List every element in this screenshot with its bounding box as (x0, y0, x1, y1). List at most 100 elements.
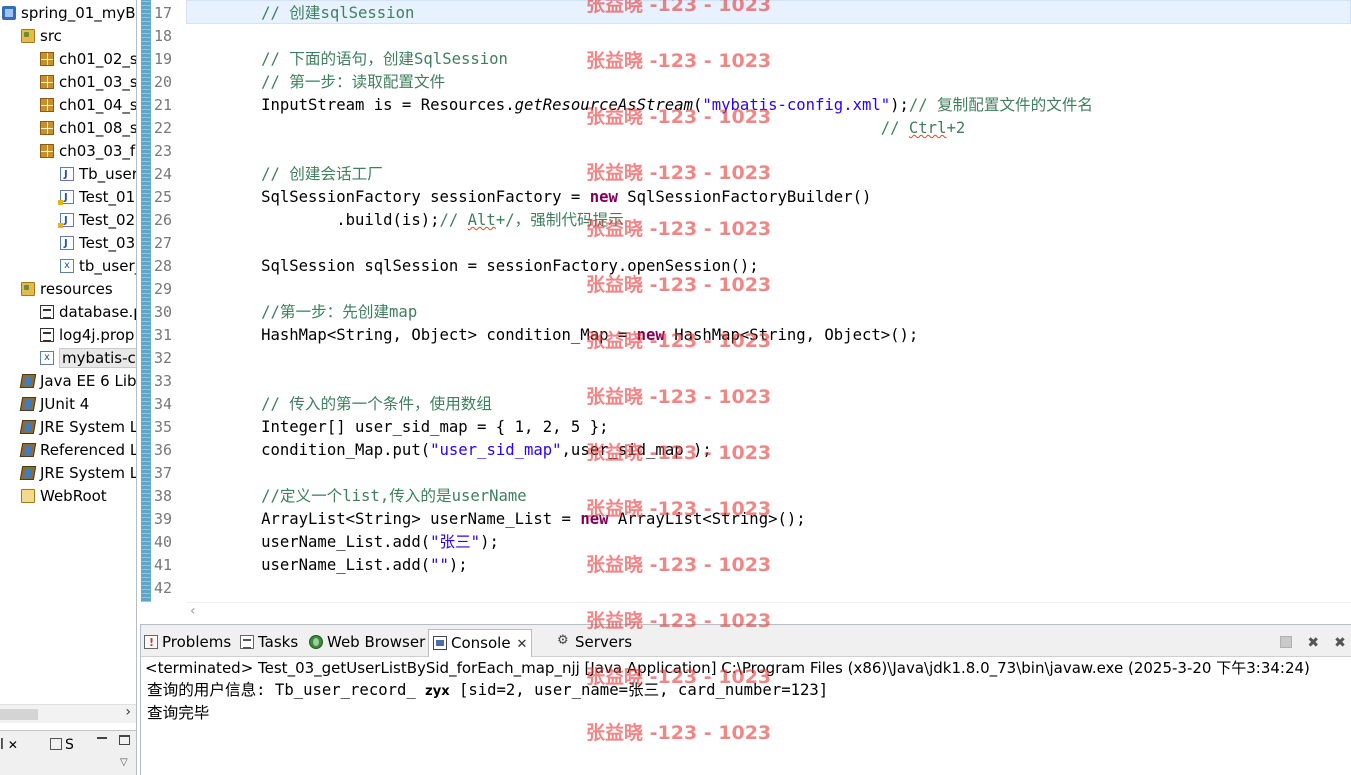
tab-problems[interactable]: Problems (144, 631, 231, 654)
package-icon (40, 75, 54, 89)
tree-item-label: WebRoot (40, 487, 107, 505)
line-number: 28 (154, 257, 173, 275)
tree-item[interactable]: log4j.prop (40, 324, 134, 347)
code-line[interactable]: // 创建sqlSession (186, 2, 414, 25)
code-area[interactable]: // 创建sqlSession // 下面的语句，创建SqlSession //… (186, 0, 1351, 602)
code-line[interactable]: // Ctrl+2 (186, 117, 966, 140)
tree-item[interactable]: ch01_03_s (40, 71, 137, 94)
tree-item[interactable]: Java EE 6 Libr (19, 370, 136, 393)
close-icon[interactable]: ✕ (8, 738, 18, 752)
code-text: userName_List.add( (186, 533, 431, 551)
tab-left-view[interactable]: l ✕ (0, 735, 18, 755)
code-text: SqlSession sqlSession = sessionFactory.o… (186, 257, 759, 275)
code-line[interactable]: condition_Map.put("user_sid_map",user_si… (186, 439, 712, 462)
tab-tasks[interactable]: Tasks (240, 631, 298, 653)
tree-item[interactable]: Test_01 (58, 186, 135, 209)
scroll-left-icon[interactable]: ‹ (190, 603, 196, 619)
tree-item[interactable]: ch01_02_s (40, 48, 136, 71)
code-line[interactable]: userName_List.add(""); (186, 554, 468, 577)
console-status-line: <terminated> Test_03_getUserListBySid_fo… (145, 659, 1310, 677)
line-number: 38 (154, 487, 173, 505)
tree-item-label: ch01_03_s (59, 73, 137, 91)
tree-item[interactable]: Referenced L (19, 439, 136, 462)
tree-item[interactable]: tb_user_ (60, 254, 137, 278)
code-keyword: new (589, 188, 618, 206)
stop-icon (1280, 636, 1293, 648)
project-icon (2, 6, 16, 20)
editor-horizontal-scrollbar[interactable]: ‹ (186, 602, 1351, 624)
tree-item[interactable]: JUnit 4 (19, 393, 89, 416)
code-text: condition_Map.put( (186, 441, 431, 459)
code-line[interactable]: // 创建会话工厂 (186, 163, 383, 186)
remove-launch-button[interactable]: ✖ (1303, 635, 1323, 651)
tasks-icon (240, 635, 254, 649)
code-line[interactable]: //第一步：先创建map (186, 301, 417, 324)
tab-s-view[interactable]: S (50, 735, 74, 755)
line-number: 36 (154, 441, 173, 459)
code-comment: // 下面的语句，创建SqlSession (261, 50, 508, 68)
code-comment: //第一步：先创建map (261, 303, 418, 321)
tree-item[interactable]: ch01_04_s (40, 94, 137, 117)
code-line[interactable]: SqlSession sqlSession = sessionFactory.o… (186, 255, 759, 278)
tree-item[interactable]: resources (21, 278, 113, 301)
explorer-scroll-thumb[interactable] (0, 709, 38, 720)
tree-item[interactable]: src (21, 25, 62, 48)
tree-item[interactable]: ch01_08_s (40, 117, 136, 140)
package-icon (40, 144, 54, 158)
code-line[interactable]: HashMap<String, Object> condition_Map = … (186, 324, 918, 347)
line-number: 39 (154, 510, 173, 528)
code-comment: // 创建sqlSession (261, 4, 415, 22)
tab-servers[interactable]: Servers (557, 630, 632, 653)
view-menu-icon[interactable]: ▽ (120, 757, 128, 768)
terminate-button[interactable] (1276, 635, 1296, 651)
tree-item[interactable]: JRE System L (19, 416, 136, 439)
tree-item-label: ch01_04_s (59, 96, 137, 114)
tree-item[interactable]: spring_01_myBa (2, 2, 137, 25)
code-line[interactable]: ArrayList<String> userName_List = new Ar… (186, 508, 806, 531)
tree-item[interactable]: JRE System L (19, 462, 136, 485)
tab-web-browser[interactable]: Web Browser (309, 631, 425, 653)
tree-item[interactable]: Test_03 (60, 232, 135, 255)
tree-item-label: tb_user_ (79, 257, 137, 275)
tree-item-label: spring_01_myBa (21, 4, 137, 22)
code-keyword: new (636, 326, 665, 344)
code-line[interactable]: // 下面的语句，创建SqlSession (186, 48, 508, 71)
tree-item[interactable]: Test_02 (58, 209, 136, 232)
console-output-line: 查询的用户信息: Tb_user_record_ zyx [sid=2, use… (147, 679, 828, 702)
maximize-icon[interactable] (119, 735, 130, 745)
library-icon (19, 397, 37, 411)
code-editor[interactable]: 17 18 19 20 21 22 23 24 25 26 27 28 29 30 31 32 33 34 35 36… (137, 0, 1351, 624)
output-text: 查询的用户信息: Tb_user_record_ (147, 681, 426, 699)
code-line[interactable]: SqlSessionFactory sessionFactory = new S… (186, 186, 871, 209)
tree-item[interactable]: ch03_03_fo (40, 140, 136, 163)
minimize-icon[interactable] (97, 737, 107, 739)
close-icon[interactable]: ✕ (517, 637, 528, 652)
line-number: 37 (154, 464, 173, 482)
overview-ruler[interactable] (141, 0, 151, 602)
code-line[interactable]: //定义一个list,传入的是userName (186, 485, 527, 508)
explorer-horizontal-scrollbar[interactable]: › (0, 704, 136, 723)
tree-item-label: Test_02 (79, 211, 136, 229)
library-icon (19, 466, 37, 480)
code-line[interactable]: // 第一步：读取配置文件 (186, 71, 445, 94)
tree-item[interactable]: database.p (40, 301, 136, 324)
java-file-icon (60, 163, 74, 186)
code-line[interactable]: .build(is);// Alt+/，强制代码提示 (186, 209, 624, 232)
java-file-warning-icon (58, 209, 74, 232)
code-line[interactable]: userName_List.add("张三"); (186, 531, 499, 554)
tab-console[interactable]: Console ✕ (428, 629, 533, 657)
tree-item[interactable]: WebRoot (21, 485, 107, 508)
code-line[interactable]: Integer[] user_sid_map = { 1, 2, 5 }; (186, 416, 608, 439)
tree-item[interactable]: mybatis-co (40, 346, 136, 370)
tree-item[interactable]: Tb_user_ (60, 163, 136, 186)
line-number: 29 (154, 280, 173, 298)
scroll-right-icon[interactable]: › (125, 704, 131, 720)
code-line[interactable]: InputStream is = Resources.getResourceAs… (186, 94, 1093, 117)
console-icon (433, 636, 447, 650)
code-comment: // 复制配置文件的文件名 (908, 96, 1094, 114)
code-text: ( (692, 96, 703, 114)
remove-all-launches-button[interactable]: ✖ (1330, 635, 1350, 651)
code-comment: Ctrl (908, 119, 947, 137)
code-line[interactable]: // 传入的第一个条件，使用数组 (186, 393, 492, 416)
library-icon (19, 374, 37, 388)
